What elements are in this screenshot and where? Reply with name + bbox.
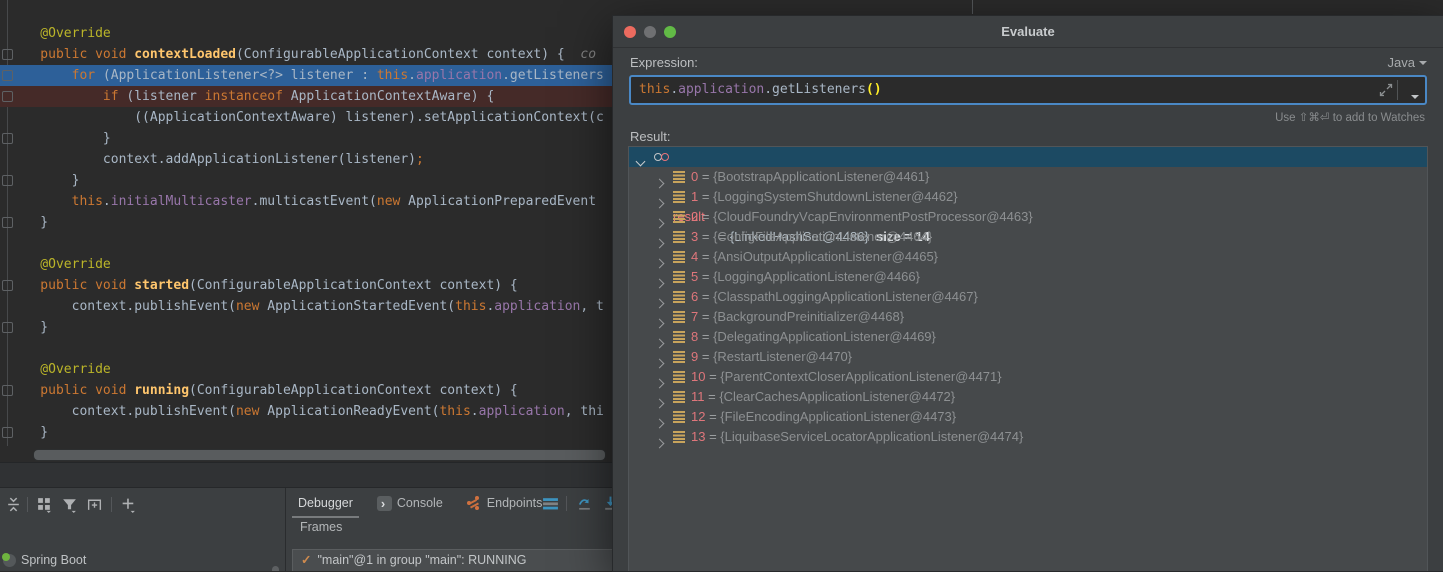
result-item[interactable]: 8 = {DelegatingApplicationListener@4469} (629, 327, 1427, 347)
expression-input[interactable]: this.application.getListeners() (629, 75, 1427, 105)
spring-boot-icon (3, 554, 16, 567)
result-item[interactable]: 4 = {AnsiOutputApplicationListener@4465} (629, 247, 1427, 267)
add-to-frame-icon[interactable] (86, 496, 103, 513)
frames-label: Frames (300, 520, 342, 534)
dialog-titlebar[interactable]: Evaluate (613, 16, 1443, 48)
result-item[interactable]: 10 = {ParentContextCloserApplicationList… (629, 367, 1427, 387)
field-separator (1397, 80, 1398, 100)
fold-marker-icon[interactable] (2, 280, 13, 291)
result-item[interactable]: 3 = {ConfigFileApplicationListener@4464} (629, 227, 1427, 247)
fold-marker-icon[interactable] (2, 427, 13, 438)
run-configurations-tree: Spring Boot Running GateWayApplication (0, 518, 285, 571)
expand-editor-icon[interactable] (1379, 83, 1393, 97)
result-item[interactable]: 2 = {CloudFoundryVcapEnvironmentPostProc… (629, 207, 1427, 227)
list-element-icon (673, 291, 685, 304)
fold-marker-icon[interactable] (2, 49, 13, 60)
result-item[interactable]: 11 = {ClearCachesApplicationListener@447… (629, 387, 1427, 407)
language-selector[interactable]: Java (1388, 55, 1427, 70)
restore-layout-icon[interactable] (576, 495, 593, 512)
chevron-right-icon[interactable] (656, 433, 663, 453)
editor-caret-line (972, 0, 973, 14)
ide-screen: @Override public void contextLoaded(Conf… (0, 0, 1443, 570)
list-element-icon (673, 411, 685, 424)
toolbar-separator (566, 496, 567, 511)
list-element-icon (673, 391, 685, 404)
watch-result-icon (653, 153, 671, 162)
fold-marker-icon[interactable] (2, 217, 13, 228)
evaluate-dialog: Evaluate Expression: Java this.applicati… (612, 15, 1443, 572)
filter-icon[interactable] (61, 496, 78, 513)
tab-console[interactable]: Console (365, 488, 455, 518)
list-element-icon (673, 311, 685, 324)
list-element-icon (673, 371, 685, 384)
terminal-icon (377, 496, 392, 511)
result-label: Result: (630, 129, 670, 144)
list-element-icon (673, 231, 685, 244)
collapse-frames-icon[interactable] (5, 496, 22, 513)
list-element-icon (673, 251, 685, 264)
fold-marker-icon[interactable] (2, 133, 13, 144)
result-item[interactable]: 9 = {RestartListener@4470} (629, 347, 1427, 367)
result-tree[interactable]: result = {LinkedHashSet@4486} size = 14 … (628, 146, 1428, 571)
result-item[interactable]: 1 = {LoggingSystemShutdownListener@4462} (629, 187, 1427, 207)
fold-marker-icon[interactable] (2, 91, 13, 102)
list-element-icon (673, 211, 685, 224)
add-watch-icon[interactable] (120, 496, 137, 513)
fold-marker-icon[interactable] (2, 385, 13, 396)
result-item[interactable]: 12 = {FileEncodingApplicationListener@44… (629, 407, 1427, 427)
list-element-icon (673, 171, 685, 184)
expression-label: Expression: (630, 55, 698, 70)
result-item[interactable]: 7 = {BackgroundPreinitializer@4468} (629, 307, 1427, 327)
threads-icon[interactable] (542, 495, 559, 512)
debug-tabs: Debugger Console Endpoints (286, 488, 554, 518)
list-element-icon (673, 331, 685, 344)
toolbar-separator (27, 497, 28, 512)
fold-marker-icon[interactable] (2, 175, 13, 186)
list-element-icon (673, 351, 685, 364)
result-item[interactable]: 13 = {LiquibaseServiceLocatorApplication… (629, 427, 1427, 447)
tab-endpoints[interactable]: Endpoints (455, 488, 555, 518)
expression-text: this.application.getListeners() (639, 77, 882, 103)
list-element-icon (673, 431, 685, 444)
list-element-icon (673, 191, 685, 204)
list-element-icon (673, 271, 685, 284)
endpoints-icon (467, 496, 482, 511)
run-config-spring-boot[interactable]: Spring Boot (0, 551, 285, 570)
chevron-down-icon (1419, 61, 1427, 65)
dialog-title: Evaluate (613, 16, 1443, 47)
result-item[interactable]: 5 = {LoggingApplicationListener@4466} (629, 267, 1427, 287)
check-icon: ✓ (301, 553, 311, 567)
result-root-row[interactable]: result = {LinkedHashSet@4486} size = 14 (629, 147, 1427, 167)
result-item[interactable]: 0 = {BootstrapApplicationListener@4461} (629, 167, 1427, 187)
tab-debugger[interactable]: Debugger (286, 488, 365, 518)
watch-hint: Use ⇧⌘⏎ to add to Watches (1275, 110, 1425, 124)
scrollbar-thumb-vertical[interactable] (272, 566, 279, 571)
scrollbar-thumb-horizontal[interactable] (33, 449, 606, 461)
result-item[interactable]: 6 = {ClasspathLoggingApplicationListener… (629, 287, 1427, 307)
fold-marker-icon[interactable] (2, 70, 13, 81)
toolbar-separator (111, 497, 112, 512)
view-options-icon[interactable] (36, 496, 53, 513)
fold-marker-icon[interactable] (2, 322, 13, 333)
expression-history-dropdown[interactable] (1411, 87, 1419, 102)
